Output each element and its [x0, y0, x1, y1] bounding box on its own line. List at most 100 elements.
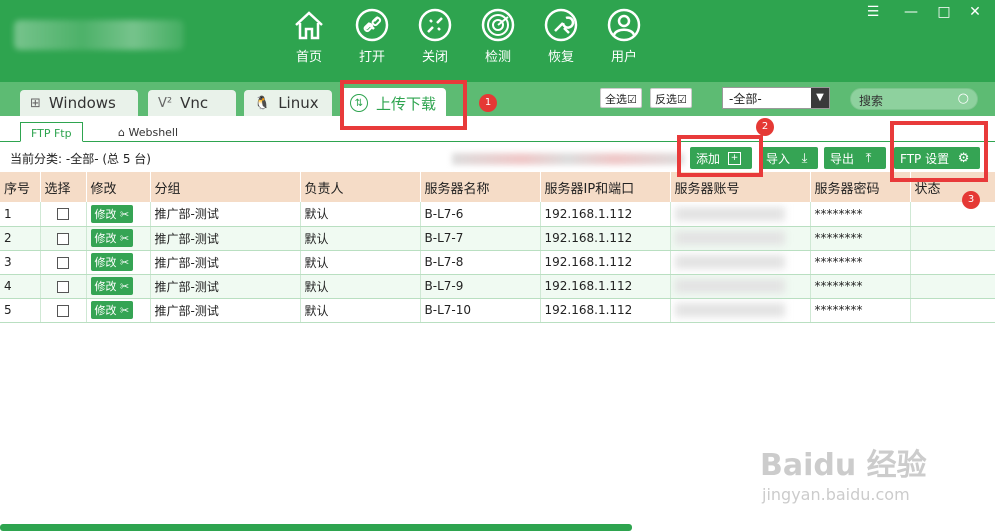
row-owner: 默认: [300, 274, 421, 299]
user-icon: [607, 8, 641, 42]
category-label: 当前分类: -全部- (总 5 台): [10, 150, 151, 167]
row-no: 3: [0, 250, 41, 275]
row-status: [910, 226, 995, 251]
row-no: 2: [0, 226, 41, 251]
subtab-webshell[interactable]: ⌂ Webshell: [108, 122, 188, 142]
export-button[interactable]: 导出 ⤒: [824, 147, 886, 169]
table-row[interactable]: 2 修改 ✂ 推广部-测试 默认 B-L7-7 192.168.1.112 **…: [0, 226, 995, 251]
toolbar-open-label: 打开: [358, 50, 385, 65]
redacted-account: [674, 255, 785, 270]
group-select[interactable]: -全部- ▼: [722, 87, 830, 109]
row-account: [670, 250, 811, 275]
tools-icon: ✂: [120, 280, 130, 293]
redacted-account: [674, 207, 785, 221]
toolbar-restore-label: 恢复: [547, 50, 574, 65]
link-icon: [355, 8, 389, 42]
tab-vnc[interactable]: V² Vnc: [148, 90, 236, 116]
webshell-icon: ⌂: [118, 126, 129, 139]
subtab-ftp[interactable]: FTP Ftp: [20, 122, 83, 142]
subtab-webshell-label: Webshell: [128, 126, 179, 139]
chevron-down-icon[interactable]: ▼: [811, 88, 829, 108]
row-checkbox[interactable]: [56, 208, 69, 221]
annotation-box-1: [340, 80, 467, 130]
row-server-name: B-L7-8: [420, 250, 541, 275]
tab-linux[interactable]: 🐧 Linux: [244, 90, 332, 116]
row-password: ********: [810, 274, 911, 299]
menu-button[interactable]: ☰: [862, 4, 884, 20]
row-account: [670, 202, 811, 227]
edit-cell: 修改 ✂: [86, 274, 151, 299]
row-ip: 192.168.1.112: [540, 226, 671, 251]
row-server-name: B-L7-10: [420, 298, 541, 323]
download-icon: ⤓: [801, 150, 808, 166]
row-account: [670, 274, 811, 299]
toolbar-detect-button[interactable]: 检测: [473, 8, 523, 70]
select-all-button[interactable]: 全选☑: [600, 88, 642, 108]
table-row[interactable]: 1 修改 ✂ 推广部-测试 默认 B-L7-6 192.168.1.112 **…: [0, 202, 995, 227]
select-cell: [40, 274, 87, 299]
unlink-icon: [418, 8, 452, 42]
upload-icon: ⤒: [865, 150, 872, 166]
toolbar-user-button[interactable]: 用户: [599, 8, 649, 70]
row-checkbox[interactable]: [56, 232, 69, 245]
export-label: 导出: [830, 151, 855, 166]
row-account: [670, 298, 811, 323]
linux-icon: 🐧: [254, 95, 271, 111]
row-group: 推广部-测试: [150, 202, 301, 227]
toolbar-close-button[interactable]: 关闭: [410, 8, 460, 70]
row-ip: 192.168.1.112: [540, 274, 671, 299]
vnc-icon: V²: [158, 95, 173, 111]
edit-label: 修改: [94, 304, 117, 317]
watermark-logo: Baidu 经验: [760, 448, 927, 483]
row-ip: 192.168.1.112: [540, 202, 671, 227]
table-row[interactable]: 4 修改 ✂ 推广部-测试 默认 B-L7-9 192.168.1.112 **…: [0, 274, 995, 299]
row-checkbox[interactable]: [56, 256, 69, 269]
toolbar-user-label: 用户: [610, 50, 637, 65]
toolbar-home-label: 首页: [295, 50, 322, 65]
table-row[interactable]: 5 修改 ✂ 推广部-测试 默认 B-L7-10 192.168.1.112 *…: [0, 298, 995, 323]
row-checkbox[interactable]: [56, 304, 69, 317]
close-button[interactable]: ✕: [964, 4, 986, 20]
row-checkbox[interactable]: [56, 280, 69, 293]
minimize-button[interactable]: —: [900, 4, 922, 20]
tab-windows-label: Windows: [48, 94, 116, 112]
row-group: 推广部-测试: [150, 226, 301, 251]
import-button[interactable]: 导入 ⤓: [760, 147, 818, 169]
row-owner: 默认: [300, 298, 421, 323]
search-icon[interactable]: ○: [958, 91, 969, 106]
row-status: [910, 298, 995, 323]
watermark-url: jingyan.baidu.com: [762, 485, 910, 504]
edit-button[interactable]: 修改 ✂: [90, 253, 134, 271]
edit-button[interactable]: 修改 ✂: [90, 277, 134, 295]
edit-label: 修改: [94, 256, 117, 269]
edit-button[interactable]: 修改 ✂: [90, 204, 134, 223]
wrench-icon: [544, 8, 578, 42]
search-input[interactable]: 搜索 ○: [850, 88, 978, 110]
edit-cell: 修改 ✂: [86, 250, 151, 275]
group-select-value: -全部-: [729, 92, 762, 106]
radar-icon: [481, 8, 515, 42]
row-server-name: B-L7-7: [420, 226, 541, 251]
select-cell: [40, 298, 87, 323]
row-account: [670, 226, 811, 251]
category-value: -全部- (总 5 台): [65, 152, 151, 166]
invert-select-button[interactable]: 反选☑: [650, 88, 692, 108]
top-toolbar: 首页 打开 关闭 检测 恢复 用户 ☰ — □ ✕: [0, 0, 995, 82]
edit-button[interactable]: 修改 ✂: [90, 229, 134, 247]
horizontal-scrollbar[interactable]: [0, 524, 632, 531]
tools-icon: ✂: [120, 207, 130, 221]
table-row[interactable]: 3 修改 ✂ 推广部-测试 默认 B-L7-8 192.168.1.112 **…: [0, 250, 995, 275]
maximize-button[interactable]: □: [933, 4, 955, 20]
edit-button[interactable]: 修改 ✂: [90, 301, 134, 319]
toolbar-open-button[interactable]: 打开: [347, 8, 397, 70]
col-group: 分组: [150, 172, 301, 202]
toolbar-restore-button[interactable]: 恢复: [536, 8, 586, 70]
toolbar-home-button[interactable]: 首页: [284, 8, 334, 70]
toolbar-close-label: 关闭: [421, 50, 448, 65]
category-row: 当前分类: -全部- (总 5 台) 添加 + 导入 ⤓ 导出 ⤒ FTP 设置…: [0, 145, 995, 171]
tools-icon: ✂: [120, 232, 130, 245]
search-placeholder: 搜索: [859, 94, 884, 108]
tab-windows[interactable]: ⊞ Windows: [20, 90, 138, 116]
edit-cell: 修改 ✂: [86, 298, 151, 323]
row-ip: 192.168.1.112: [540, 250, 671, 275]
